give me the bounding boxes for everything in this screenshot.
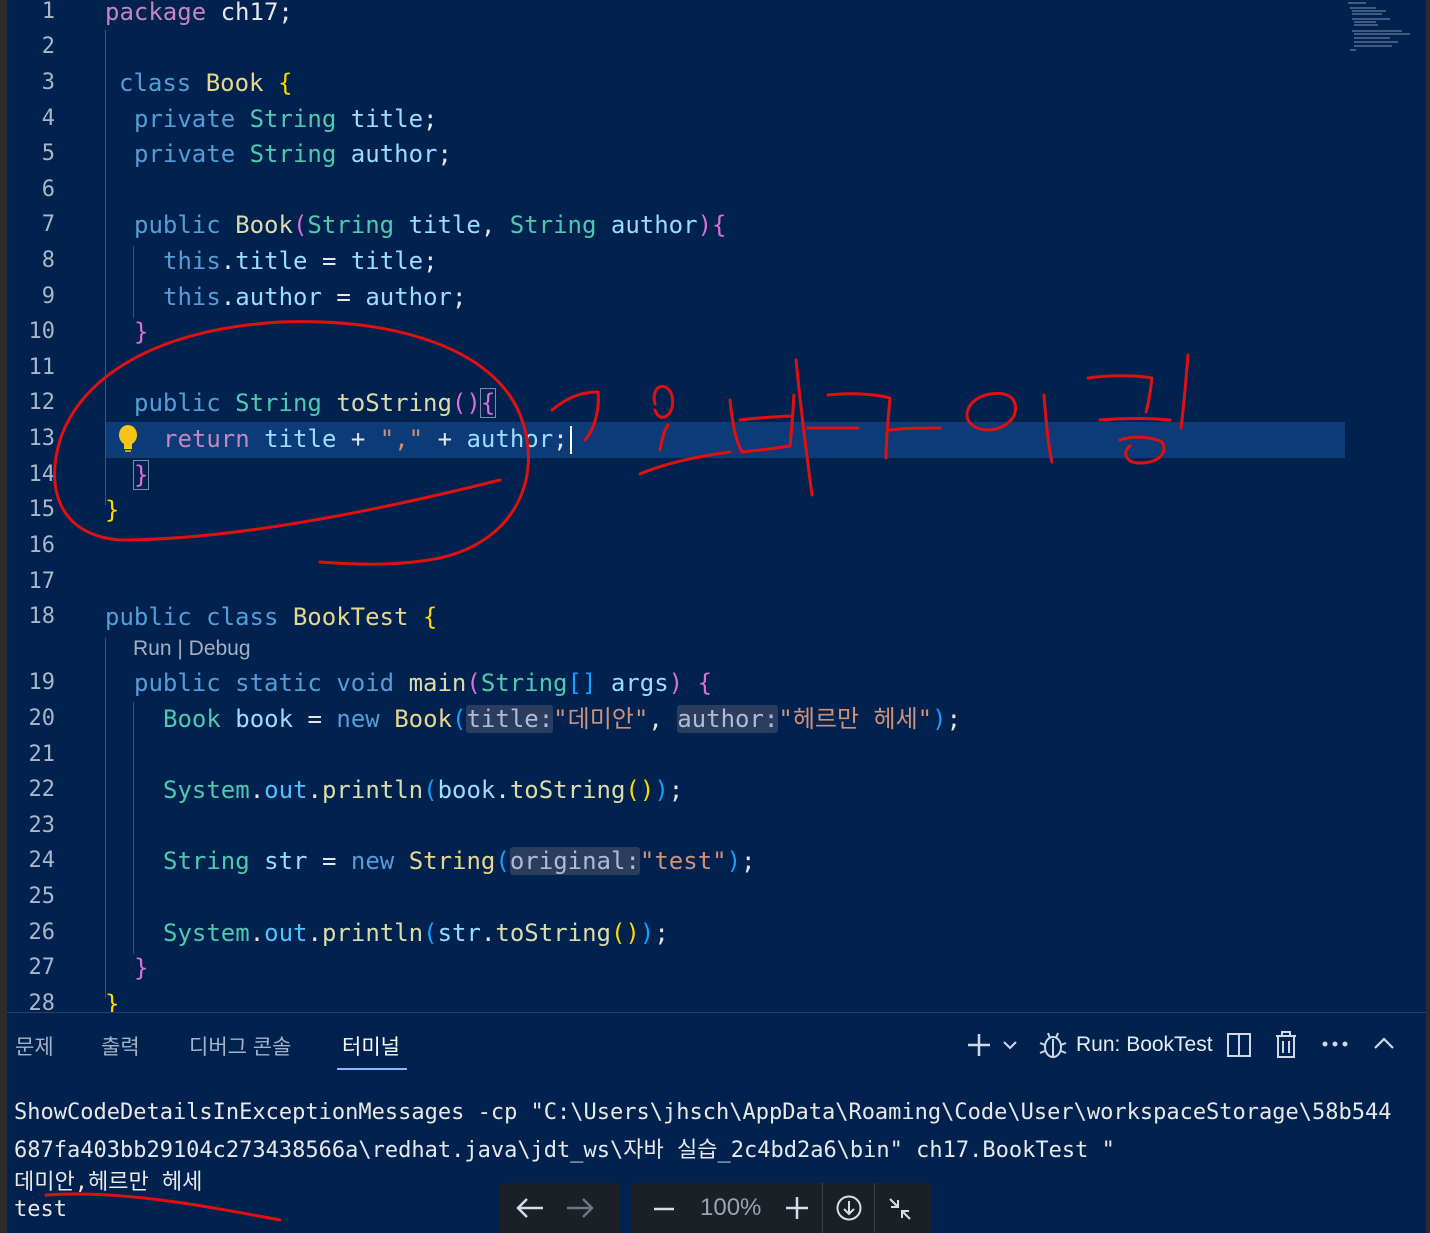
download-icon[interactable] (835, 1194, 863, 1222)
arrow-right-icon[interactable] (565, 1195, 595, 1221)
line-number: 5 (41, 141, 55, 166)
terminal-line: 687fa403bb29104c273438566a\redhat.java\j… (14, 1138, 1115, 1163)
line-number: 19 (28, 670, 56, 695)
code-line-20: Book book = new Book(title:"데미안", author… (163, 705, 962, 733)
line-number: 13 (28, 426, 56, 451)
viewer-nav-bar (499, 1183, 620, 1233)
line-number: 4 (41, 106, 55, 131)
codelens-run-debug[interactable]: Run | Debug (133, 637, 251, 661)
code-line-5: private String author; (134, 140, 452, 168)
split-icon[interactable] (1225, 1031, 1253, 1059)
tab-problems[interactable]: 문제 (15, 1031, 54, 1061)
text-cursor (569, 426, 572, 454)
line-number: 15 (28, 497, 56, 522)
line-number: 9 (41, 284, 55, 309)
terminal-line: ShowCodeDetailsInExceptionMessages -cp "… (14, 1100, 1392, 1125)
code-line-14: } (132, 460, 150, 490)
code-line-19: public static void main(String[] args) { (134, 669, 713, 697)
collapse-icon[interactable] (886, 1195, 914, 1223)
line-number: 14 (28, 462, 56, 487)
code-line-8: this.title = title; (163, 247, 438, 275)
line-number: 10 (28, 319, 56, 344)
chevron-up-icon[interactable] (1373, 1035, 1395, 1051)
line-number: 23 (28, 813, 56, 838)
plus-icon[interactable] (965, 1031, 993, 1059)
indent-guide (133, 702, 134, 954)
code-line-28: } (105, 990, 120, 1012)
line-number: 22 (28, 777, 56, 802)
line-number: 7 (41, 212, 55, 237)
lightbulb-icon[interactable] (113, 424, 143, 454)
line-number: 1 (41, 0, 55, 24)
line-number: 8 (41, 248, 55, 273)
code-line-7: public Book(String title, String author)… (134, 211, 727, 239)
tab-output[interactable]: 출력 (101, 1031, 140, 1061)
terminal-line: 데미안,헤르만 헤세 (14, 1170, 203, 1195)
code-line-3: class Book { (119, 69, 293, 97)
minimap[interactable] (1346, 0, 1416, 60)
line-number: 28 (28, 991, 56, 1012)
terminal-line: test (14, 1197, 67, 1222)
line-number: 11 (28, 355, 56, 380)
line-number: 16 (28, 533, 56, 558)
more-icon[interactable] (1321, 1039, 1349, 1049)
code-line-10: } (134, 318, 149, 346)
parameter-hint: author: (677, 705, 779, 733)
code-line-27: } (134, 954, 149, 982)
line-number: 25 (28, 884, 56, 909)
line-number: 18 (28, 604, 56, 629)
viewer-zoom-bar: 100% (632, 1183, 932, 1233)
debug-icon[interactable] (1037, 1029, 1069, 1061)
toolbar-divider (874, 1183, 875, 1233)
line-number: 12 (28, 390, 56, 415)
zoom-out-icon[interactable] (652, 1197, 676, 1221)
arrow-left-icon[interactable] (515, 1195, 545, 1221)
code-line-15: } (105, 496, 120, 524)
code-line-24: String str = new String(original:"test")… (163, 847, 756, 875)
code-line-1: package ch17; (105, 0, 293, 26)
line-number: 17 (28, 569, 56, 594)
trash-icon[interactable] (1273, 1030, 1299, 1060)
line-number: 26 (28, 920, 56, 945)
line-number: 2 (41, 34, 55, 59)
window-frame-right (1426, 0, 1430, 1233)
code-line-9: this.author = author; (163, 283, 467, 311)
zoom-level: 100% (700, 1194, 762, 1221)
line-number: 21 (28, 742, 56, 767)
indent-guide (105, 30, 106, 505)
parameter-hint: title: (466, 705, 554, 733)
zoom-in-icon[interactable] (784, 1195, 810, 1221)
chevron-down-icon[interactable] (1002, 1039, 1018, 1051)
active-tab-indicator (337, 1068, 407, 1070)
line-number: 6 (41, 177, 55, 202)
parameter-hint: original: (509, 847, 640, 875)
line-number: 27 (28, 955, 56, 980)
run-terminal-label[interactable]: Run: BookTest (1076, 1033, 1213, 1057)
code-editor[interactable]: 1 2 3 4 5 6 7 8 9 10 11 12 13 14 15 16 1… (7, 0, 1426, 1012)
code-line-12: public String toString(){ (134, 388, 497, 418)
code-line-13: return title + "," + author; (163, 421, 572, 457)
toolbar-divider (822, 1183, 823, 1233)
line-number: 20 (28, 706, 56, 731)
code-line-22: System.out.println(book.toString()); (163, 776, 684, 804)
tab-debug-console[interactable]: 디버그 콘솔 (189, 1031, 291, 1061)
code-line-18: public class BookTest { (105, 603, 438, 631)
code-line-26: System.out.println(str.toString()); (163, 919, 669, 947)
indent-guide (105, 638, 106, 998)
line-number: 24 (28, 848, 56, 873)
code-line-4: private String title; (134, 105, 438, 133)
indent-guide (133, 246, 134, 318)
tab-terminal[interactable]: 터미널 (342, 1031, 400, 1061)
line-number: 3 (41, 70, 55, 95)
window-frame-left (0, 0, 7, 1233)
